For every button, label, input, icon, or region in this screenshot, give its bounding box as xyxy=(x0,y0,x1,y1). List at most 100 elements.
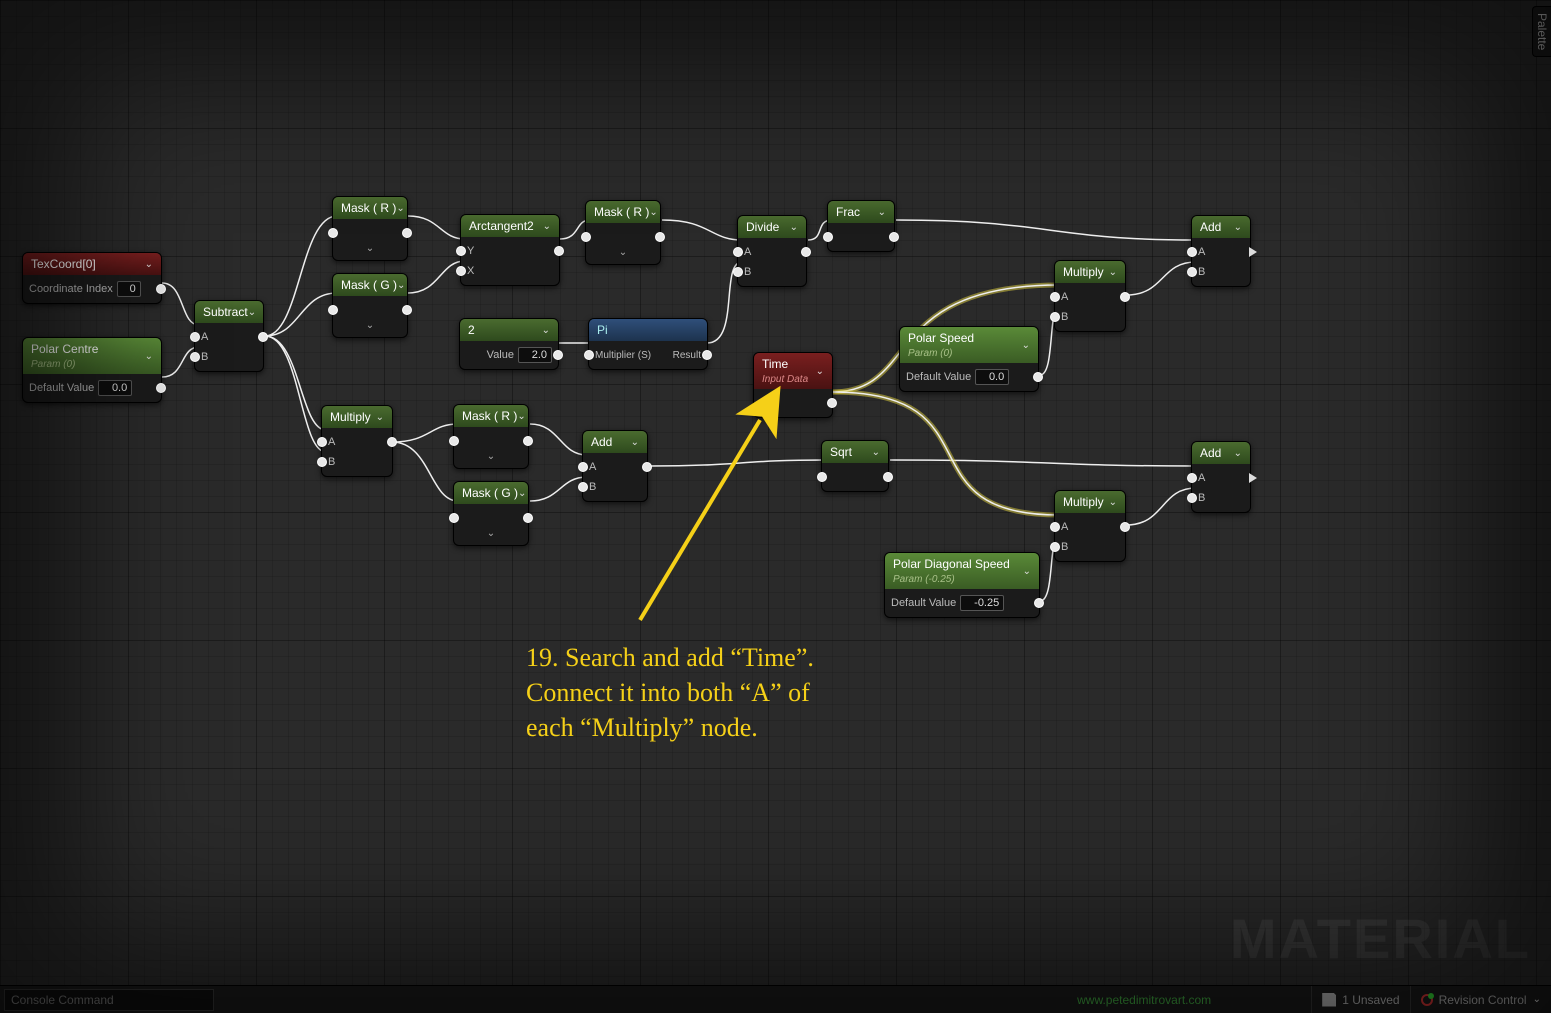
coord-index-input[interactable] xyxy=(117,281,141,297)
node-header[interactable]: Arctangent2 ⌄ xyxy=(461,215,559,237)
node-pi[interactable]: Pi Multiplier (S) Result xyxy=(588,318,708,370)
input-pin-a[interactable] xyxy=(1050,522,1060,532)
node-header[interactable]: Mask ( R ) ⌄ xyxy=(586,201,660,223)
input-pin-b[interactable] xyxy=(317,457,327,467)
node-header[interactable]: TexCoord[0] ⌄ xyxy=(23,253,161,275)
input-pin-b[interactable] xyxy=(733,267,743,277)
input-pin-a[interactable] xyxy=(733,247,743,257)
output-pin[interactable] xyxy=(387,437,397,447)
node-mask-r-2[interactable]: Mask ( R ) ⌄ ⌄ xyxy=(585,200,661,265)
node-header[interactable]: Polar Diagonal Speed Param (-0.25) ⌄ xyxy=(885,553,1039,589)
output-pin[interactable] xyxy=(402,228,412,238)
node-frac[interactable]: Frac ⌄ xyxy=(827,200,895,252)
node-time[interactable]: Time Input Data ⌄ xyxy=(753,352,833,418)
node-polar-speed[interactable]: Polar Speed Param (0) ⌄ Default Value xyxy=(899,326,1039,392)
node-header[interactable]: Frac ⌄ xyxy=(828,201,894,223)
node-header[interactable]: Polar Centre Param (0) ⌄ xyxy=(23,338,161,374)
node-arctangent2[interactable]: Arctangent2 ⌄ Y X xyxy=(460,214,560,286)
input-pin[interactable] xyxy=(584,350,594,360)
input-pin[interactable] xyxy=(817,472,827,482)
node-add-mid[interactable]: Add ⌄ A B xyxy=(582,430,648,502)
output-pin[interactable] xyxy=(523,513,533,523)
input-pin-a[interactable] xyxy=(1187,247,1197,257)
input-pin-a[interactable] xyxy=(1050,292,1060,302)
input-pin[interactable] xyxy=(581,232,591,242)
input-pin[interactable] xyxy=(328,228,338,238)
output-pin[interactable] xyxy=(156,284,166,294)
output-pin[interactable] xyxy=(1120,292,1130,302)
output-pin[interactable] xyxy=(1249,473,1257,483)
node-header[interactable]: Subtract ⌄ xyxy=(195,301,263,323)
output-pin[interactable] xyxy=(553,350,563,360)
node-polar-centre[interactable]: Polar Centre Param (0) ⌄ Default Value xyxy=(22,337,162,403)
node-header[interactable]: Polar Speed Param (0) ⌄ xyxy=(900,327,1038,363)
input-pin[interactable] xyxy=(328,305,338,315)
node-header[interactable]: Mask ( R ) ⌄ xyxy=(333,197,407,219)
input-pin[interactable] xyxy=(449,436,459,446)
node-header[interactable]: Pi xyxy=(589,319,707,341)
node-header[interactable]: Add ⌄ xyxy=(1192,216,1250,238)
output-pin[interactable] xyxy=(402,305,412,315)
output-pin[interactable] xyxy=(554,246,564,256)
input-pin-x[interactable] xyxy=(456,266,466,276)
palette-tab[interactable]: Palette xyxy=(1532,6,1551,57)
node-multiply-lower-left[interactable]: Multiply ⌄ A B xyxy=(321,405,393,477)
node-multiply-bottom[interactable]: Multiply ⌄ A B xyxy=(1054,490,1126,562)
node-divide[interactable]: Divide ⌄ A B xyxy=(737,215,807,287)
node-subtract[interactable]: Subtract ⌄ A B xyxy=(194,300,264,372)
output-pin[interactable] xyxy=(1120,522,1130,532)
footer-link[interactable]: www.petedimitrovart.com xyxy=(1077,993,1211,1007)
node-header[interactable]: Multiply ⌄ xyxy=(1055,491,1125,513)
node-header[interactable]: Time Input Data ⌄ xyxy=(754,353,832,389)
output-pin[interactable] xyxy=(889,232,899,242)
output-pin[interactable] xyxy=(702,350,712,360)
node-header[interactable]: Multiply ⌄ xyxy=(322,406,392,428)
input-pin-b[interactable] xyxy=(578,482,588,492)
output-pin[interactable] xyxy=(156,383,166,393)
input-pin-y[interactable] xyxy=(456,246,466,256)
input-pin-b[interactable] xyxy=(1050,542,1060,552)
node-mask-g-1[interactable]: Mask ( G ) ⌄ ⌄ xyxy=(332,273,408,338)
node-header[interactable]: Sqrt ⌄ xyxy=(822,441,888,463)
node-header[interactable]: Add ⌄ xyxy=(583,431,647,453)
output-pin[interactable] xyxy=(258,332,268,342)
node-header[interactable]: 2 ⌄ xyxy=(460,319,558,341)
node-header[interactable]: Multiply ⌄ xyxy=(1055,261,1125,283)
input-pin-b[interactable] xyxy=(190,352,200,362)
node-add-top[interactable]: Add ⌄ A B xyxy=(1191,215,1251,287)
output-pin[interactable] xyxy=(655,232,665,242)
node-header[interactable]: Mask ( G ) ⌄ xyxy=(333,274,407,296)
input-pin-b[interactable] xyxy=(1187,267,1197,277)
value-input[interactable] xyxy=(518,347,552,363)
node-texcoord[interactable]: TexCoord[0] ⌄ Coordinate Index xyxy=(22,252,162,304)
node-add-bottom[interactable]: Add ⌄ A B xyxy=(1191,441,1251,513)
node-header[interactable]: Add ⌄ xyxy=(1192,442,1250,464)
default-value-input[interactable] xyxy=(975,369,1009,385)
input-pin-a[interactable] xyxy=(1187,473,1197,483)
node-header[interactable]: Mask ( R ) ⌄ xyxy=(454,405,528,427)
output-pin[interactable] xyxy=(523,436,533,446)
node-header[interactable]: Divide ⌄ xyxy=(738,216,806,238)
default-value-input[interactable] xyxy=(960,595,1004,611)
default-value-input[interactable] xyxy=(98,380,132,396)
output-pin[interactable] xyxy=(827,398,837,408)
node-constant-2[interactable]: 2 ⌄ Value xyxy=(459,318,559,370)
input-pin-b[interactable] xyxy=(1187,493,1197,503)
output-pin[interactable] xyxy=(801,247,811,257)
node-polar-diagonal-speed[interactable]: Polar Diagonal Speed Param (-0.25) ⌄ Def… xyxy=(884,552,1040,618)
input-pin[interactable] xyxy=(449,513,459,523)
node-sqrt[interactable]: Sqrt ⌄ xyxy=(821,440,889,492)
output-pin[interactable] xyxy=(1249,247,1257,257)
output-pin[interactable] xyxy=(642,462,652,472)
node-mask-r-3[interactable]: Mask ( R ) ⌄ ⌄ xyxy=(453,404,529,469)
node-mask-r-1[interactable]: Mask ( R ) ⌄ ⌄ xyxy=(332,196,408,261)
node-mask-g-2[interactable]: Mask ( G ) ⌄ ⌄ xyxy=(453,481,529,546)
unsaved-indicator[interactable]: 1 Unsaved xyxy=(1311,986,1409,1013)
input-pin[interactable] xyxy=(823,232,833,242)
node-header[interactable]: Mask ( G ) ⌄ xyxy=(454,482,528,504)
output-pin[interactable] xyxy=(1033,372,1043,382)
console-command-input[interactable] xyxy=(4,989,214,1011)
input-pin-a[interactable] xyxy=(317,437,327,447)
input-pin-a[interactable] xyxy=(578,462,588,472)
revision-control-button[interactable]: Revision Control ⌄ xyxy=(1410,986,1551,1013)
